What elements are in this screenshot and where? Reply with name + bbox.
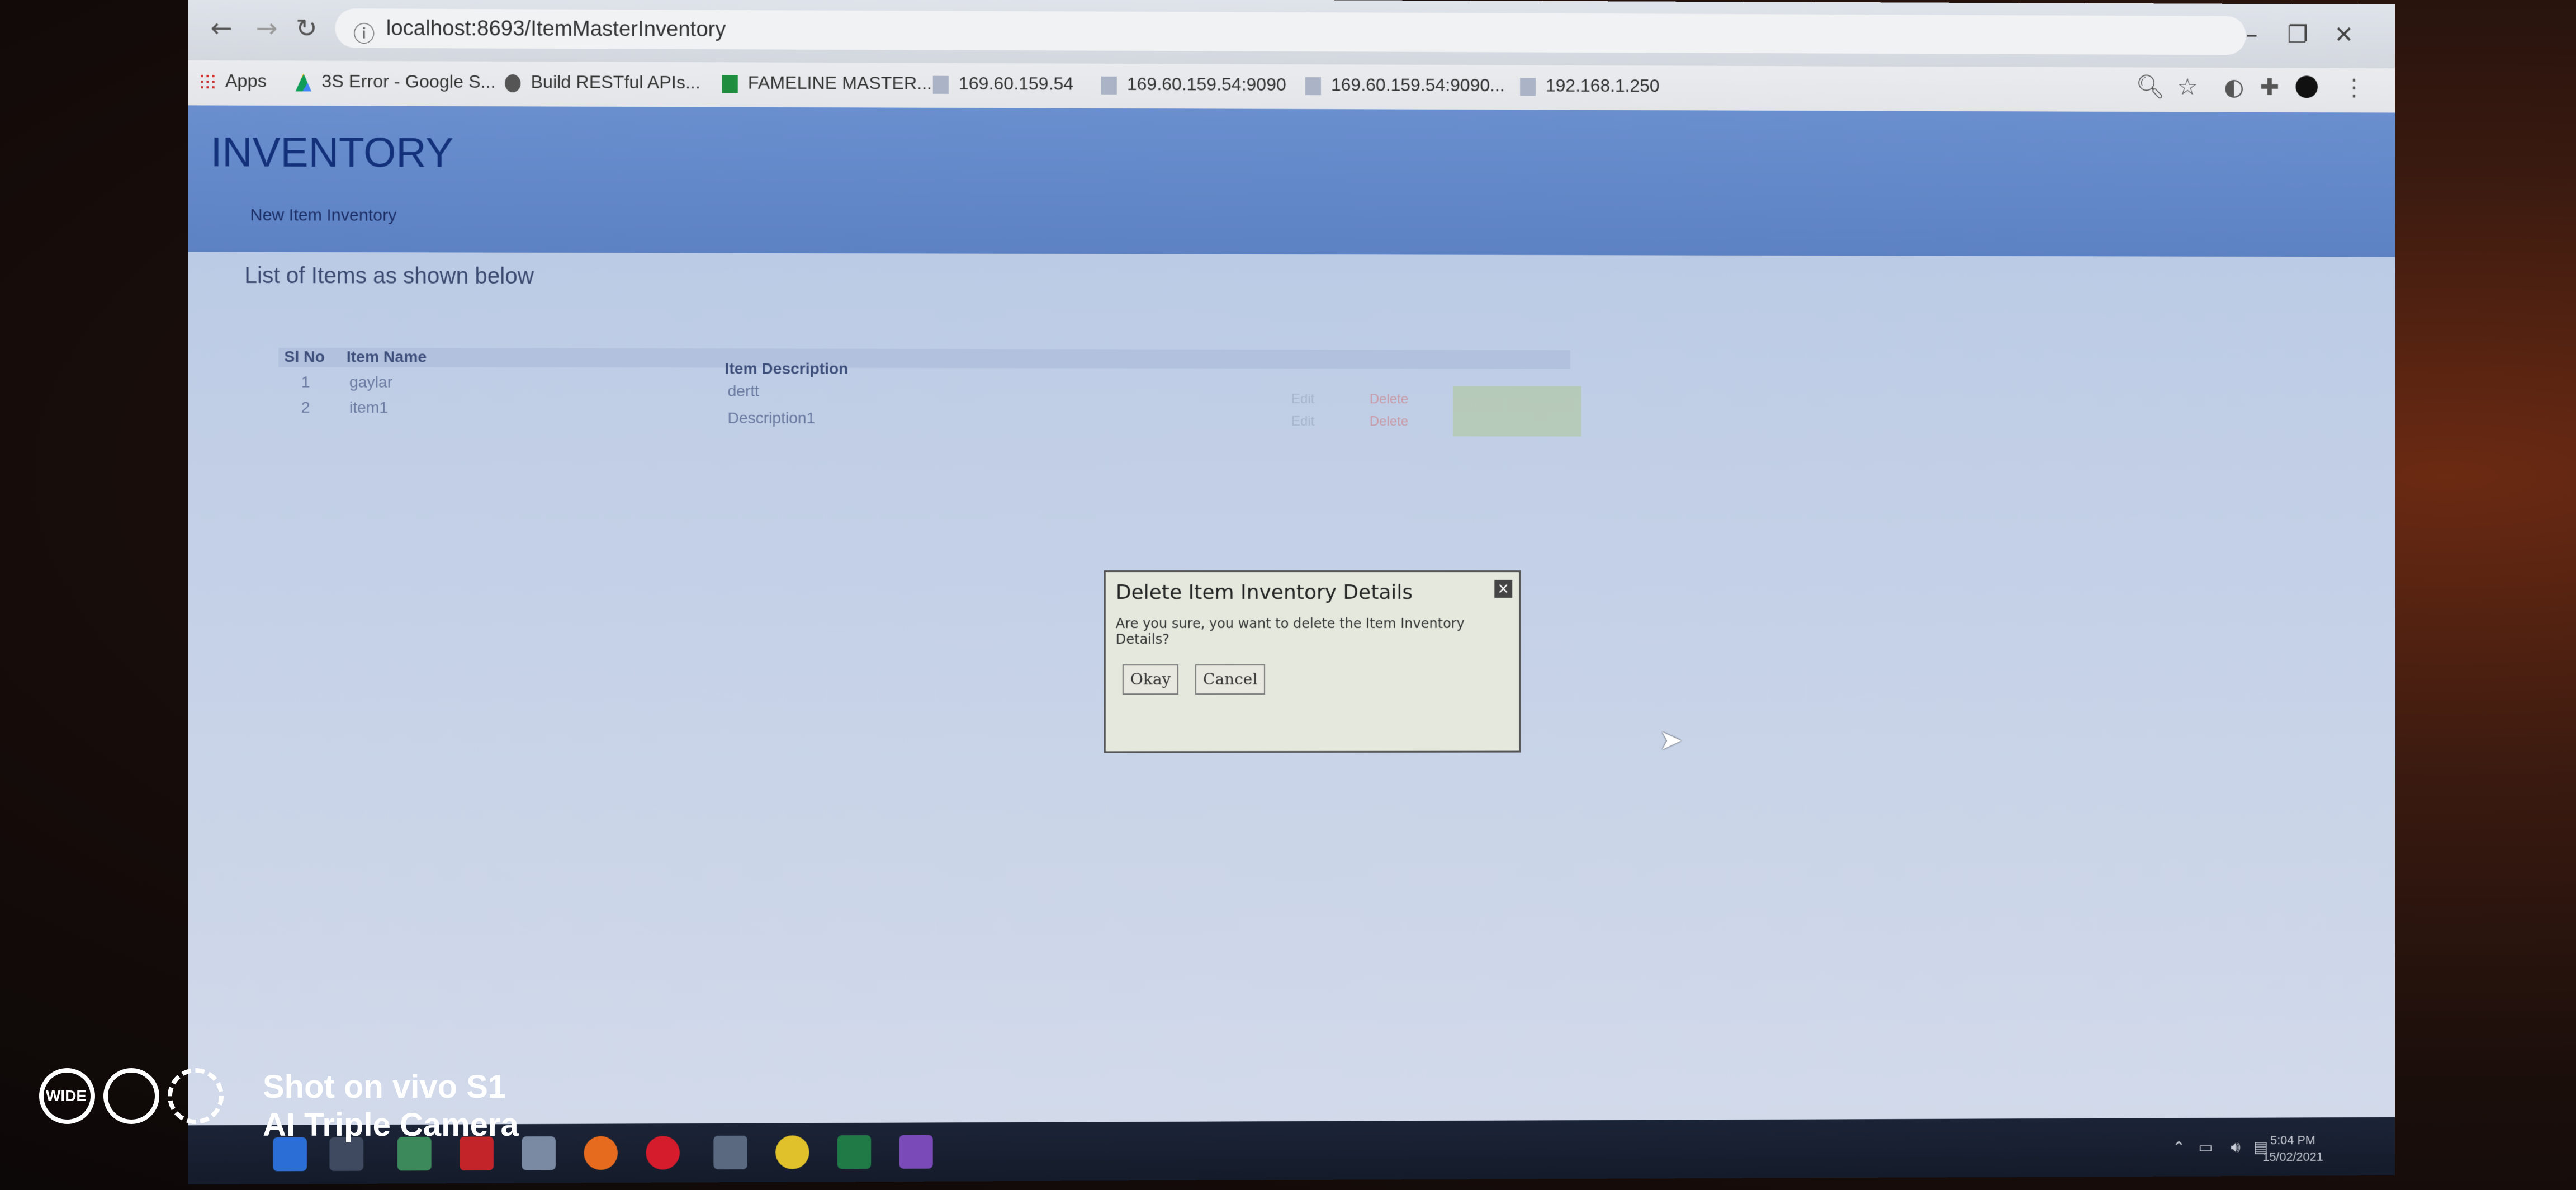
google-drive-icon: [296, 73, 311, 91]
extension-icon[interactable]: ◐: [2224, 73, 2244, 101]
edit-link[interactable]: Edit: [1291, 414, 1314, 429]
mouse-cursor-icon: ➤: [1659, 724, 1683, 757]
browser-toolbar: ← → ↻ ⓘ localhost:8693/ItemMasterInvento…: [187, 0, 2395, 69]
page-icon: [1101, 76, 1117, 95]
address-bar[interactable]: ⓘ localhost:8693/ItemMasterInventory: [335, 8, 2246, 55]
battery-icon[interactable]: ▭: [2198, 1138, 2213, 1156]
dialog-title: Delete Item Inventory Details: [1115, 580, 1413, 605]
lens-dashed-circle-icon: [168, 1068, 224, 1124]
tools-icon[interactable]: [713, 1135, 747, 1170]
star-icon[interactable]: ☆: [2177, 73, 2198, 101]
header-item-description: Item Description: [724, 360, 849, 377]
bookmark-ip-4[interactable]: 192.168.1.250: [1520, 75, 1660, 96]
zoom-icon[interactable]: 🔍︎: [2135, 73, 2165, 101]
lens-circle-icon: [103, 1068, 159, 1124]
menu-kebab-icon[interactable]: ⋮: [2342, 74, 2365, 101]
network-icon[interactable]: [522, 1136, 556, 1170]
dialog-close-icon[interactable]: ×: [1494, 580, 1513, 598]
watermark-line1: Shot on vivo S1: [263, 1069, 506, 1105]
address-url[interactable]: localhost:8693/ItemMasterInventory: [386, 17, 726, 42]
opera-icon[interactable]: [646, 1136, 680, 1170]
bookmark-ip-2[interactable]: 169.60.159.54:9090: [1101, 74, 1286, 95]
globe-icon: [505, 74, 521, 92]
items-table: Sl No Item Name Item Description 1 gayla…: [267, 347, 1593, 437]
clock[interactable]: 5:04 PM 15/02/2021: [2262, 1132, 2323, 1165]
header-item-name: Item Name: [346, 348, 427, 366]
page-icon: [1305, 77, 1321, 95]
cell-description: dertt: [727, 382, 760, 400]
chrome-icon[interactable]: [775, 1135, 809, 1169]
wide-lens-badge: WIDE: [39, 1068, 95, 1124]
app-header: INVENTORY New Item Inventory: [187, 105, 2395, 257]
delete-link[interactable]: Delete: [1370, 391, 1408, 407]
forward-icon[interactable]: →: [256, 13, 278, 44]
main-content: List of Items as shown below Sl No Item …: [187, 252, 2395, 1137]
bookmarks-bar: Apps 3S Error - Google S... Build RESTfu…: [187, 60, 2395, 113]
watermark-line2: AI Triple Camera: [263, 1107, 519, 1143]
bookmark-fameline[interactable]: FAMELINE MASTER...: [722, 72, 932, 93]
bookmark-restful-apis[interactable]: Build RESTful APIs...: [505, 72, 700, 93]
header-sl-no: Sl No: [284, 347, 325, 366]
wide-badge-text: WIDE: [46, 1087, 87, 1104]
visual-studio-icon[interactable]: [899, 1135, 933, 1169]
clock-date: 15/02/2021: [2262, 1149, 2323, 1164]
highlight-cell: [1453, 386, 1581, 437]
cell-name: gaylar: [349, 373, 393, 391]
edit-link[interactable]: Edit: [1291, 391, 1314, 407]
delete-confirm-dialog: Delete Item Inventory Details × Are you …: [1104, 570, 1521, 753]
firefox-icon[interactable]: [584, 1136, 618, 1170]
bookmark-ip-3[interactable]: 169.60.159.54:9090...: [1305, 74, 1505, 96]
cell-name: item1: [349, 398, 389, 417]
excel-icon[interactable]: [837, 1135, 872, 1169]
app-title: INVENTORY: [210, 128, 454, 176]
site-info-icon[interactable]: ⓘ: [353, 16, 375, 48]
volume-icon[interactable]: 🔊︎: [2231, 1138, 2241, 1157]
bookmark-3s-error[interactable]: 3S Error - Google S...: [296, 71, 496, 92]
okay-button[interactable]: Okay: [1122, 664, 1179, 695]
apps-grid-icon: [199, 73, 215, 91]
puzzle-icon[interactable]: ✚: [2260, 73, 2279, 101]
cell-sl: 1: [301, 373, 310, 391]
taskbar: ⌃ ▭ 🔊︎ ▤ 5:04 PM 15/02/2021: [187, 1117, 2395, 1185]
reload-icon[interactable]: ↻: [296, 13, 318, 44]
monitor-screen: ← → ↻ ⓘ localhost:8693/ItemMasterInvento…: [187, 0, 2395, 1185]
list-heading: List of Items as shown below: [244, 263, 534, 289]
cancel-button[interactable]: Cancel: [1195, 664, 1266, 695]
cell-description: Description1: [727, 409, 816, 427]
bookmark-ip-1[interactable]: 169.60.159.54: [932, 73, 1073, 95]
close-window-icon[interactable]: ✕: [2334, 21, 2354, 48]
restore-icon[interactable]: ❐: [2288, 21, 2308, 48]
tray-chevron-icon[interactable]: ⌃: [2172, 1138, 2185, 1156]
profile-avatar-icon[interactable]: [2295, 75, 2318, 98]
dialog-message: Are you sure, you want to delete the Ite…: [1115, 615, 1465, 648]
page-icon: [932, 75, 949, 94]
table-header-band: [278, 347, 1570, 369]
cell-sl: 2: [301, 398, 310, 416]
delete-link[interactable]: Delete: [1370, 414, 1408, 429]
back-icon[interactable]: ←: [211, 12, 233, 43]
minimize-icon[interactable]: –: [2246, 21, 2258, 48]
new-item-inventory-link[interactable]: New Item Inventory: [250, 206, 397, 225]
page-icon: [1520, 77, 1536, 96]
bookmark-apps[interactable]: Apps: [199, 70, 267, 92]
clock-time: 5:04 PM: [2270, 1133, 2315, 1148]
google-sheets-icon: [722, 74, 738, 93]
